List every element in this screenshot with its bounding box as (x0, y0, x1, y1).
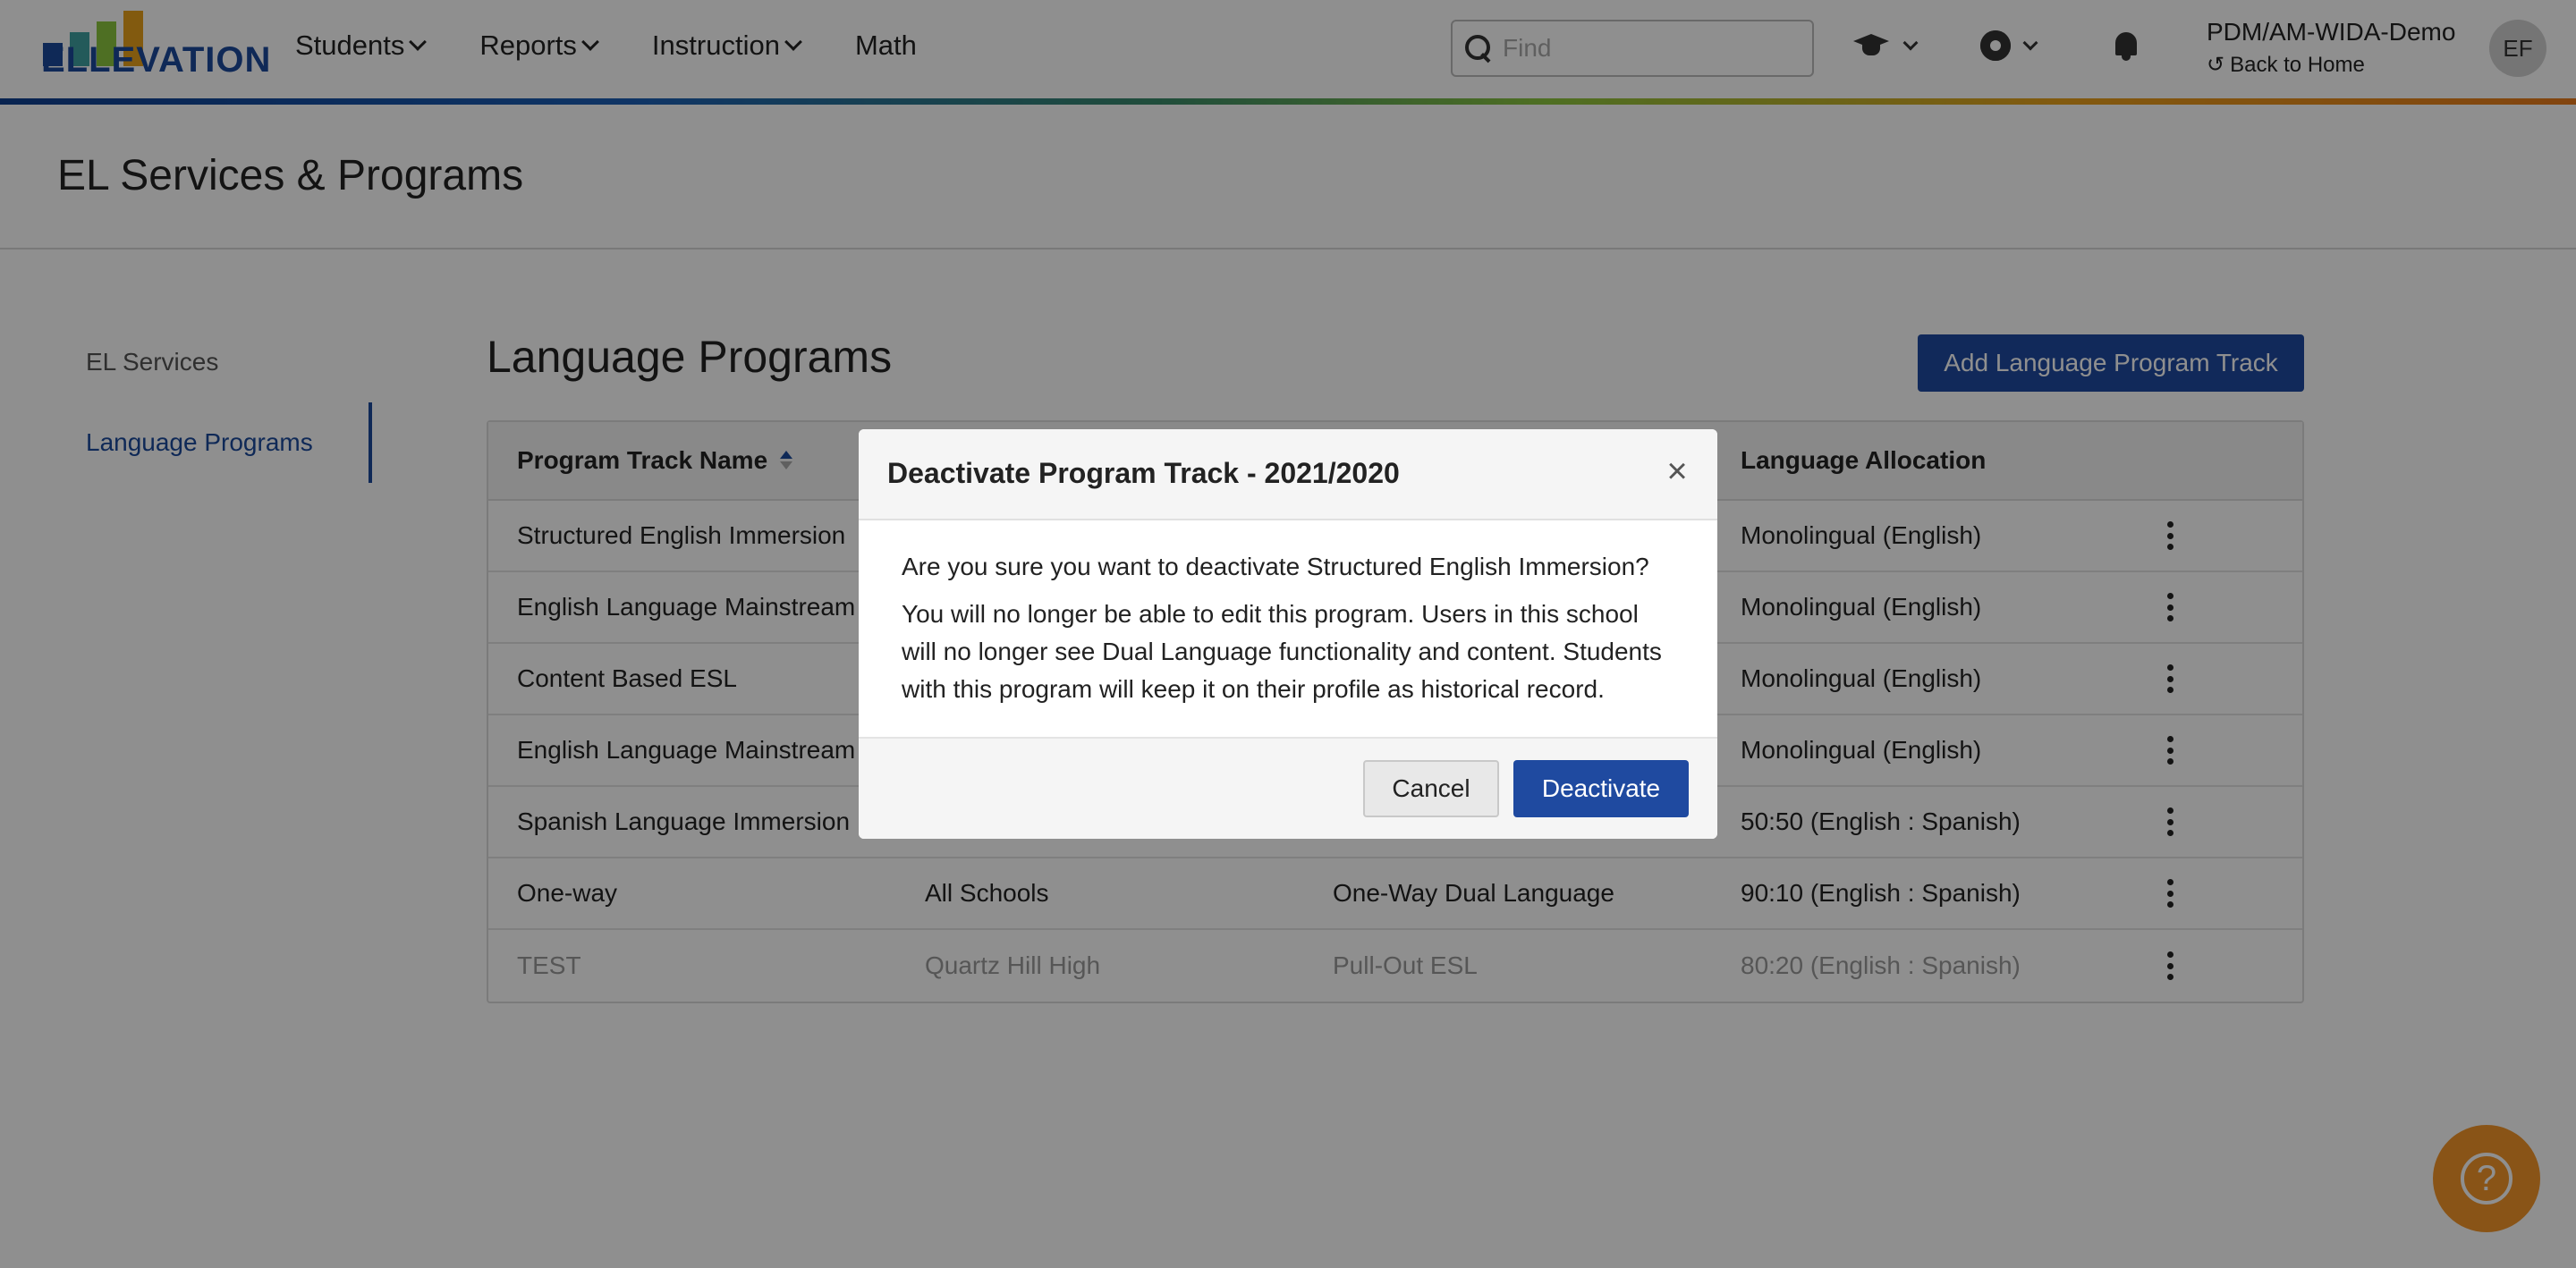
dialog-footer: Cancel Deactivate (859, 737, 1717, 839)
dialog-body: Are you sure you want to deactivate Stru… (859, 520, 1717, 735)
deactivate-dialog: Deactivate Program Track - 2021/2020 × A… (859, 429, 1717, 839)
deactivate-button[interactable]: Deactivate (1513, 760, 1689, 817)
cancel-button[interactable]: Cancel (1363, 760, 1499, 817)
dialog-question: Are you sure you want to deactivate Stru… (902, 553, 1649, 580)
dialog-message: You will no longer be able to edit this … (902, 600, 1662, 703)
close-icon[interactable]: × (1664, 453, 1690, 489)
dialog-header: Deactivate Program Track - 2021/2020 × (859, 429, 1717, 520)
dialog-title: Deactivate Program Track - 2021/2020 (887, 457, 1400, 489)
